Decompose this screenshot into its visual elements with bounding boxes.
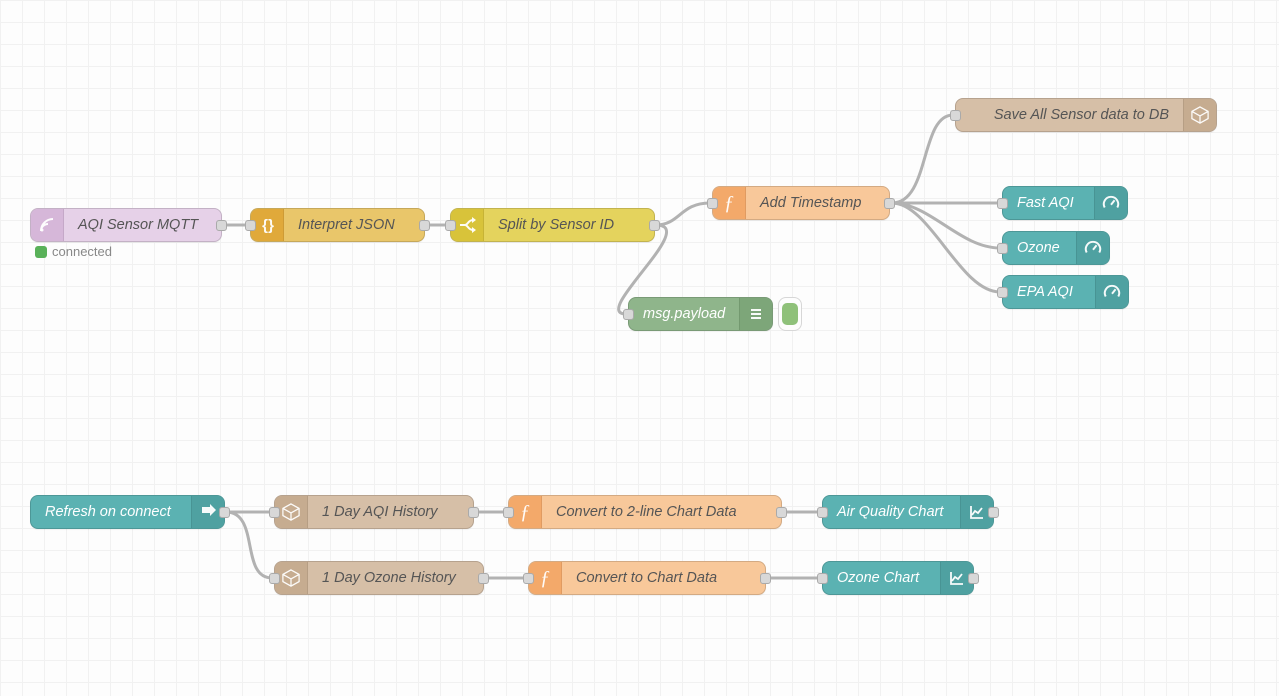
output-port[interactable] — [760, 573, 771, 584]
gauge-icon — [1076, 232, 1109, 264]
input-port[interactable] — [997, 287, 1008, 298]
input-port[interactable] — [997, 198, 1008, 209]
output-port[interactable] — [968, 573, 979, 584]
node-ozone-chart[interactable]: Ozone Chart — [822, 561, 974, 595]
node-label: Convert to Chart Data — [562, 562, 765, 594]
node-label: Convert to 2-line Chart Data — [542, 496, 781, 528]
flow-canvas[interactable]: AQI Sensor MQTT connected { } Interpret … — [0, 0, 1279, 696]
node-convert-ozone[interactable]: ƒ Convert to Chart Data — [528, 561, 766, 595]
node-debug[interactable]: msg.payload — [628, 297, 773, 331]
output-port[interactable] — [478, 573, 489, 584]
gauge-icon — [1094, 187, 1127, 219]
output-port[interactable] — [468, 507, 479, 518]
status-label: connected — [52, 244, 112, 259]
output-port[interactable] — [988, 507, 999, 518]
output-port[interactable] — [419, 220, 430, 231]
node-label: Fast AQI — [1003, 187, 1094, 219]
node-air-quality-chart[interactable]: Air Quality Chart — [822, 495, 994, 529]
input-port[interactable] — [997, 243, 1008, 254]
input-port[interactable] — [817, 573, 828, 584]
input-port[interactable] — [445, 220, 456, 231]
node-label: Interpret JSON — [284, 209, 424, 241]
output-port[interactable] — [884, 198, 895, 209]
node-ozone[interactable]: Ozone — [1002, 231, 1110, 265]
gauge-icon — [1095, 276, 1128, 308]
node-add-timestamp[interactable]: ƒ Add Timestamp — [712, 186, 890, 220]
node-label: Refresh on connect — [31, 496, 191, 528]
node-ozone-history[interactable]: 1 Day Ozone History — [274, 561, 484, 595]
debug-toggle-button[interactable] — [778, 297, 802, 331]
database-icon — [1183, 99, 1216, 131]
input-port[interactable] — [950, 110, 961, 121]
node-label: 1 Day Ozone History — [308, 562, 483, 594]
list-icon — [739, 298, 772, 330]
node-aqi-history[interactable]: 1 Day AQI History — [274, 495, 474, 529]
node-label: Add Timestamp — [746, 187, 889, 219]
node-label: AQI Sensor MQTT — [64, 209, 221, 241]
input-port[interactable] — [503, 507, 514, 518]
rss-icon — [31, 209, 64, 241]
node-epa-aqi[interactable]: EPA AQI — [1002, 275, 1129, 309]
output-port[interactable] — [776, 507, 787, 518]
node-save-db[interactable]: Save All Sensor data to DB — [955, 98, 1217, 132]
node-label: 1 Day AQI History — [308, 496, 473, 528]
node-label: Split by Sensor ID — [484, 209, 654, 241]
node-label: Air Quality Chart — [823, 496, 960, 528]
output-port[interactable] — [649, 220, 660, 231]
input-port[interactable] — [269, 573, 280, 584]
node-refresh-connect[interactable]: Refresh on connect — [30, 495, 225, 529]
node-json[interactable]: { } Interpret JSON — [250, 208, 425, 242]
input-port[interactable] — [817, 507, 828, 518]
output-port[interactable] — [216, 220, 227, 231]
debug-toggle-indicator — [782, 303, 798, 325]
node-label: Ozone — [1003, 232, 1076, 264]
input-port[interactable] — [523, 573, 534, 584]
node-switch[interactable]: Split by Sensor ID — [450, 208, 655, 242]
input-port[interactable] — [269, 507, 280, 518]
node-label: msg.payload — [629, 298, 739, 330]
node-convert-aqi[interactable]: ƒ Convert to 2-line Chart Data — [508, 495, 782, 529]
input-port[interactable] — [245, 220, 256, 231]
node-label: Save All Sensor data to DB — [956, 99, 1183, 131]
node-label: EPA AQI — [1003, 276, 1095, 308]
node-fast-aqi[interactable]: Fast AQI — [1002, 186, 1128, 220]
node-mqtt-in[interactable]: AQI Sensor MQTT — [30, 208, 222, 242]
output-port[interactable] — [219, 507, 230, 518]
input-port[interactable] — [623, 309, 634, 320]
status-dot-connected — [35, 246, 47, 258]
input-port[interactable] — [707, 198, 718, 209]
node-label: Ozone Chart — [823, 562, 940, 594]
